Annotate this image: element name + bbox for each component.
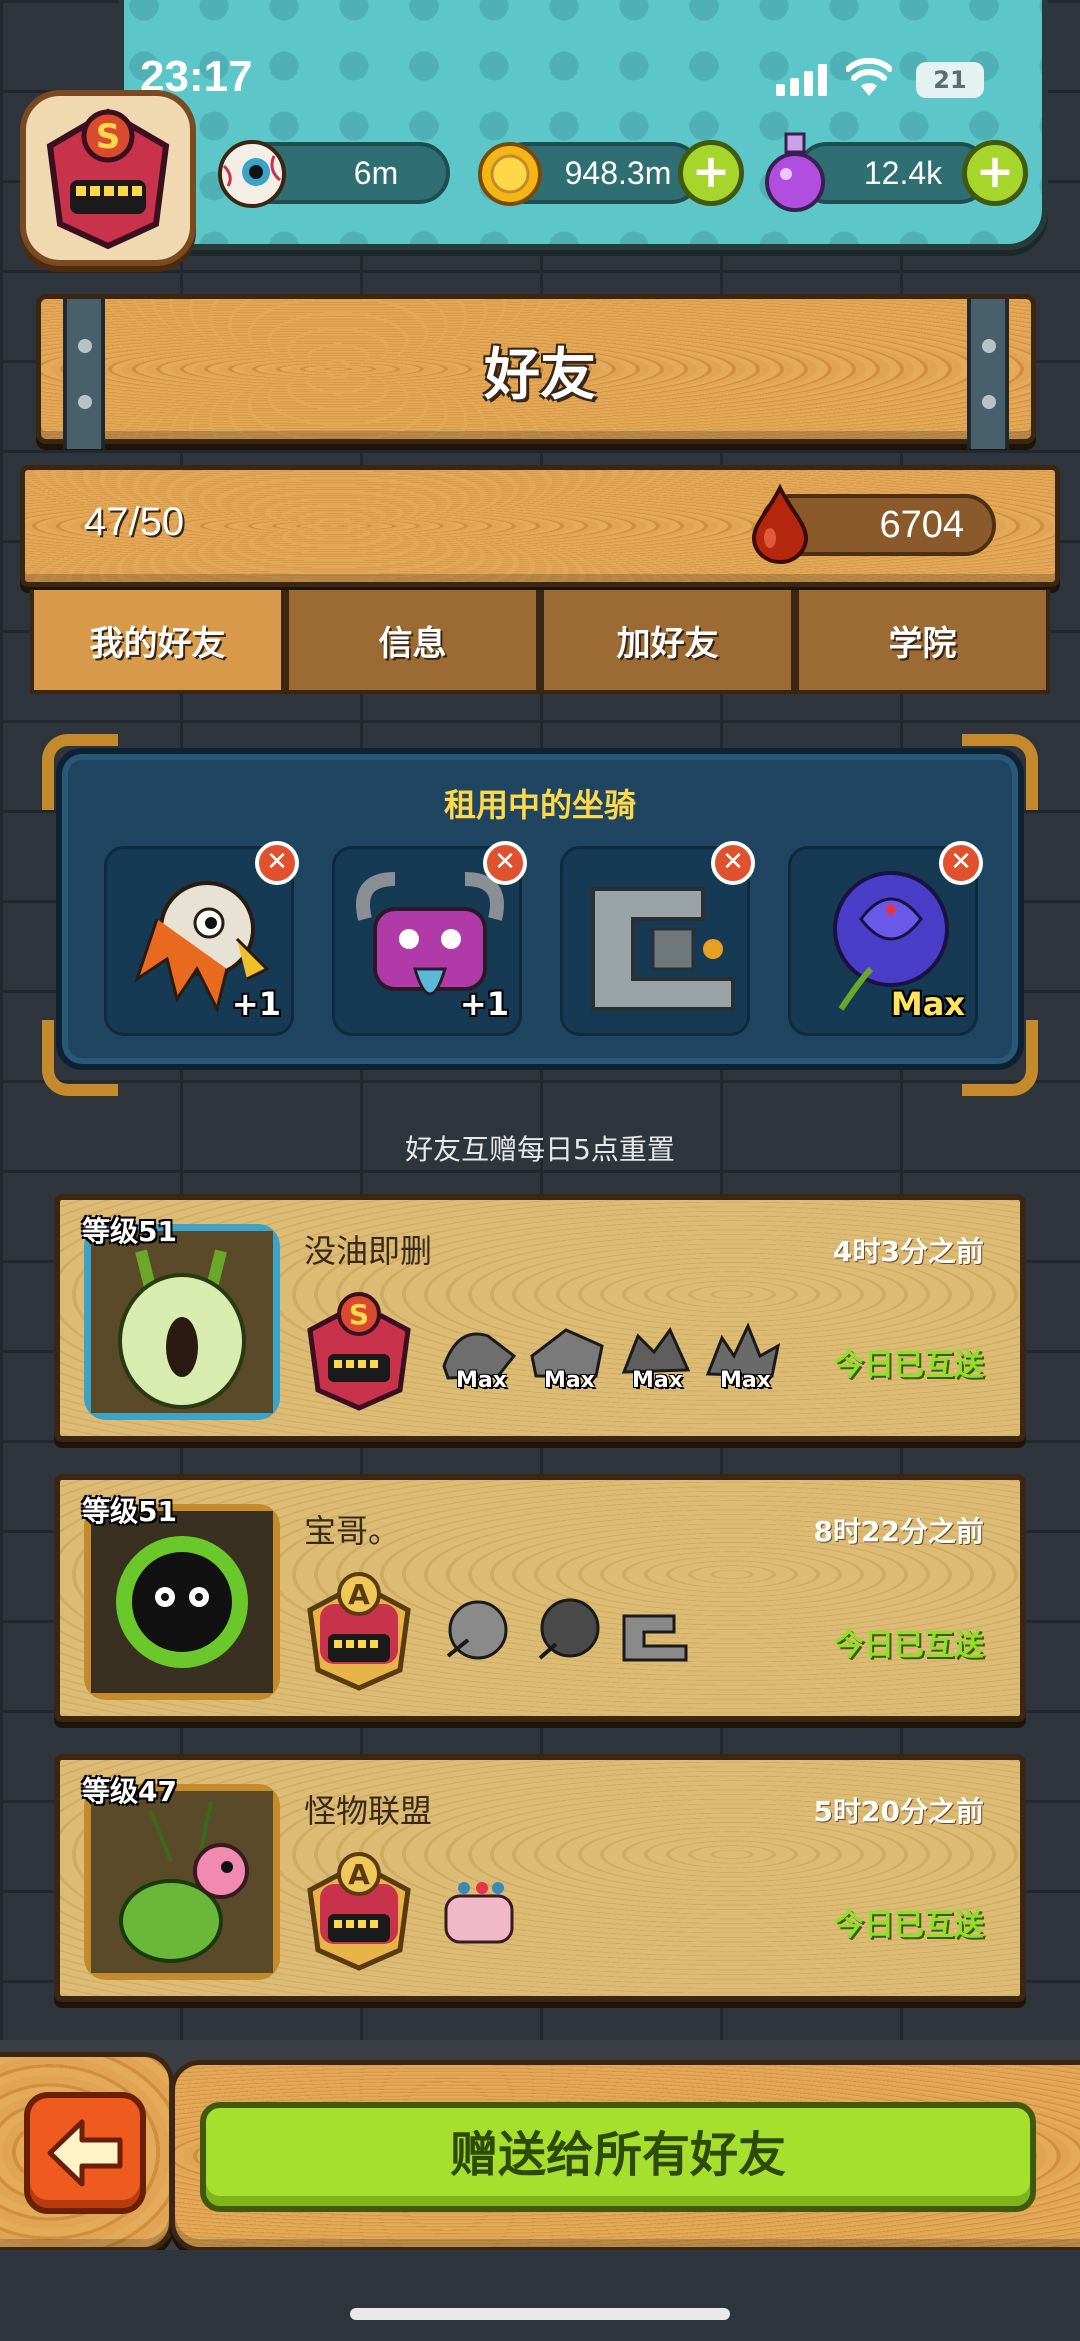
friend-level: 等级47	[82, 1775, 177, 1808]
rented-mounts-title: 租用中的坐骑	[443, 786, 636, 824]
mini-mount-icon	[444, 1882, 514, 1944]
eyeball-amount: 6m	[353, 155, 399, 191]
mini-mount-label: Max	[632, 1368, 683, 1393]
mantis-monster-avatar-icon	[91, 1791, 273, 1973]
back-button[interactable]	[24, 2092, 146, 2214]
rented-mount-slot[interactable]: Max ✕	[788, 841, 983, 1036]
friend-rank-badge-icon: S	[307, 1292, 411, 1411]
bottom-stone-strip	[0, 2250, 1080, 2341]
gold-coin-icon	[478, 142, 542, 206]
mount-level-label: +1	[459, 985, 509, 1023]
home-indicator[interactable]	[350, 2308, 730, 2320]
player-rank-letter: S	[96, 117, 121, 157]
gift-sent-status: 今日已互送	[834, 1628, 984, 1663]
cellular-signal-icon	[776, 64, 828, 96]
friend-rank-badge-icon: A	[307, 1852, 411, 1971]
friend-rank-letter: A	[348, 1578, 370, 1611]
fuzzy-black-monster-avatar-icon	[91, 1511, 273, 1693]
friend-last-seen: 4时3分之前	[833, 1235, 984, 1268]
friend-avatar	[84, 1784, 280, 1980]
back-arrow-icon	[47, 2119, 123, 2187]
tab-bar: 我的好友 信息 加好友 学院	[30, 590, 1050, 694]
add-coins-button[interactable]: +	[678, 140, 744, 206]
gift-sent-status: 今日已互送	[834, 1908, 984, 1943]
friend-name: 怪物联盟	[304, 1792, 433, 1830]
mini-mount-icon	[622, 1614, 688, 1662]
friend-count: 47/50	[84, 500, 185, 544]
remove-mount-button[interactable]: ✕	[939, 841, 983, 885]
mini-mount-label: Max	[544, 1368, 595, 1393]
mini-mount-label: Max	[456, 1368, 507, 1393]
tab-my-friends[interactable]: 我的好友	[30, 590, 285, 694]
friend-card[interactable]: 等级51 宝哥。 8时22分之前 A 今日已互送	[54, 1474, 1026, 1722]
rented-mount-slot[interactable]: +1 ✕	[104, 841, 299, 1036]
purple-potion-icon	[765, 132, 825, 212]
remove-mount-button[interactable]: ✕	[483, 841, 527, 885]
mount-level-label: +1	[231, 985, 281, 1023]
page-title: 好友	[484, 343, 596, 408]
tab-academy[interactable]: 学院	[795, 590, 1050, 694]
robot-machine-mount-icon	[591, 887, 735, 1011]
friend-rank-badge-icon: A	[307, 1572, 411, 1691]
daily-reset-note: 好友互赠每日5点重置	[405, 1133, 675, 1166]
wifi-icon	[846, 58, 892, 96]
friend-card[interactable]: 等级47 怪物联盟 5时20分之前 A 今日已互送	[54, 1754, 1026, 2002]
mount-level-label: Max	[890, 985, 965, 1023]
friend-avatar	[84, 1504, 280, 1700]
friend-last-seen: 8时22分之前	[813, 1515, 984, 1548]
friend-level: 等级51	[82, 1215, 177, 1248]
friend-level: 等级51	[82, 1495, 177, 1528]
panel-corner-decoration	[42, 1020, 118, 1096]
mini-mount-icon	[446, 1600, 508, 1660]
panel-corner-decoration	[962, 1020, 1038, 1096]
mini-mount-label: Max	[720, 1368, 771, 1393]
player-rank-badge-icon: S	[46, 108, 170, 250]
friend-last-seen: 5时20分之前	[813, 1795, 984, 1828]
radish-monster-avatar-icon	[91, 1231, 273, 1413]
friend-rank-letter: A	[348, 1858, 370, 1891]
blood-drop-amount: 6704	[879, 504, 964, 546]
gift-all-friends-button[interactable]: 赠送给所有好友	[200, 2102, 1036, 2212]
gift-sent-status: 今日已互送	[834, 1348, 984, 1383]
tab-messages[interactable]: 信息	[285, 590, 540, 694]
friend-rank-letter: S	[349, 1298, 369, 1331]
player-avatar[interactable]: S	[20, 90, 196, 266]
friend-name: 没油即删	[304, 1232, 433, 1270]
battery-indicator: 21	[916, 62, 984, 98]
mini-mount-icon	[538, 1598, 600, 1660]
friend-name: 宝哥。	[304, 1512, 401, 1550]
rented-mount-slot[interactable]: +1 ✕	[332, 841, 527, 1036]
rented-mount-slot[interactable]: ✕	[560, 841, 755, 1036]
tab-add-friend[interactable]: 加好友	[540, 590, 795, 694]
eyeball-icon	[218, 140, 286, 208]
potion-amount: 12.4k	[863, 155, 943, 191]
coin-amount: 948.3m	[564, 155, 672, 191]
add-potion-button[interactable]: +	[962, 140, 1028, 206]
blood-drop-icon	[751, 484, 809, 564]
friend-card[interactable]: 等级51 没油即删 4时3分之前 S Max Max Max Max 今日已互送	[54, 1194, 1026, 1442]
remove-mount-button[interactable]: ✕	[255, 841, 299, 885]
friend-avatar	[84, 1224, 280, 1420]
remove-mount-button[interactable]: ✕	[711, 841, 755, 885]
